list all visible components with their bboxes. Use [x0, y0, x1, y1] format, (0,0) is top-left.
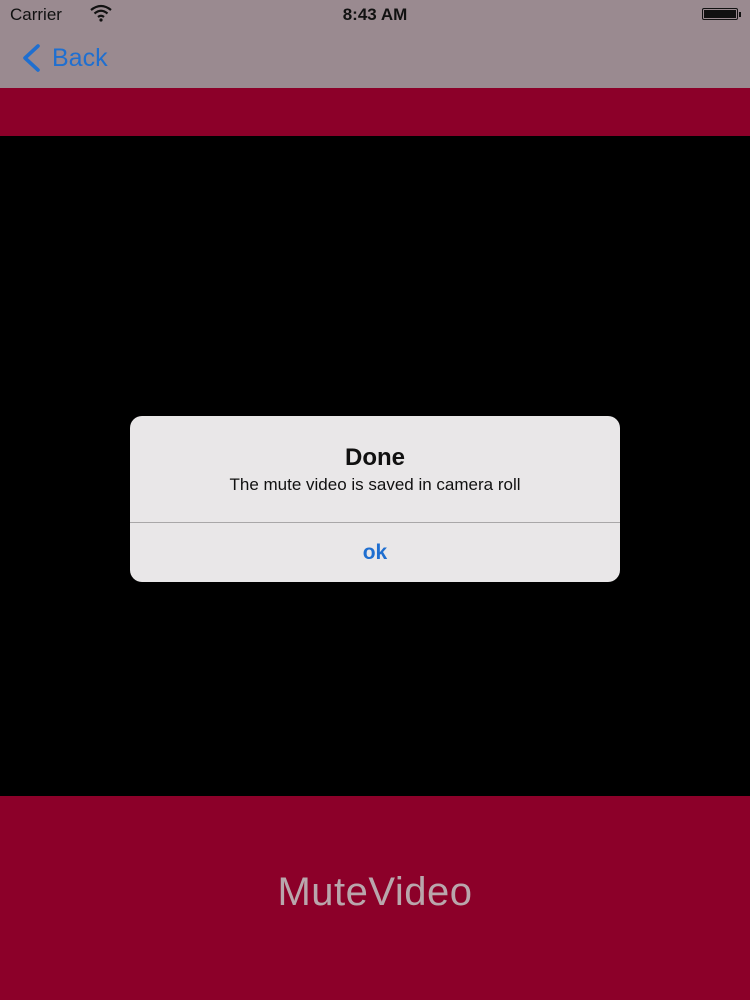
- chevron-left-icon: [23, 44, 40, 72]
- header-band: [0, 88, 750, 136]
- battery-icon: [702, 8, 741, 20]
- alert-title: Done: [345, 444, 405, 471]
- app-title: MuteVideo: [277, 870, 473, 914]
- ok-button[interactable]: ok: [130, 523, 620, 582]
- clock: 8:43 AM: [342, 5, 408, 24]
- alert-dialog: Done The mute video is saved in camera r…: [130, 416, 620, 582]
- navigation-bar: Back: [0, 30, 750, 88]
- status-bar: Carrier 8:43 AM: [0, 0, 750, 30]
- back-button[interactable]: Back: [20, 40, 108, 76]
- alert-message: The mute video is saved in camera roll: [229, 475, 521, 494]
- back-label: Back: [52, 43, 108, 72]
